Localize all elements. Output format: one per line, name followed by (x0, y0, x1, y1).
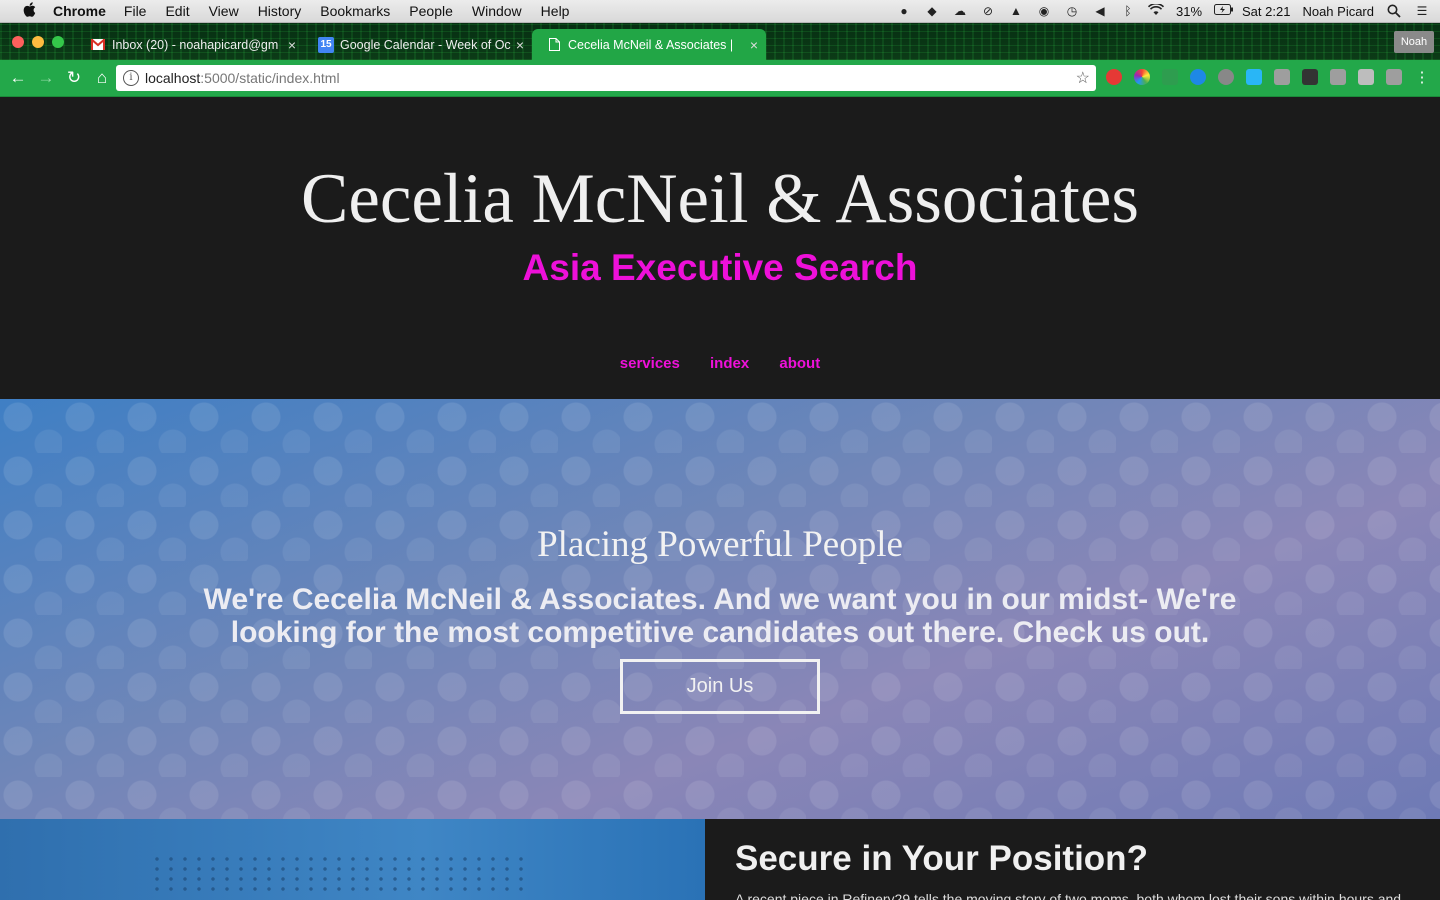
dropbox-icon[interactable]: ◆ (924, 4, 940, 18)
address-bar[interactable]: i localhost:5000/static/index.html ☆ (116, 65, 1096, 91)
back-arrow-icon[interactable]: ← (8, 68, 28, 88)
zoom-window-button[interactable] (52, 36, 64, 48)
home-icon[interactable]: ⌂ (92, 68, 112, 88)
tab-google-calendar[interactable]: 15 Google Calendar - Week of Oc × (304, 29, 532, 60)
info-icon[interactable]: i (123, 70, 139, 86)
status-area: ● ◆ ☁ ⊘ ▲ ◉ ◷ ◀ ᛒ 31% Sat 2:21 Noah Pica… (896, 0, 1430, 22)
tab-strip: Inbox (20) - noahapicard@gm × 15 Google … (0, 23, 1440, 60)
url-host: localhost (145, 70, 201, 86)
notification-center-icon[interactable]: ☰ (1414, 4, 1430, 18)
menu-file[interactable]: File (124, 3, 147, 19)
menu-window[interactable]: Window (472, 3, 522, 19)
bookmark-star-icon[interactable]: ☆ (1076, 68, 1090, 88)
n-extension-icon[interactable] (1386, 69, 1402, 85)
hangouts-extension-icon[interactable] (1162, 69, 1178, 85)
evernote-icon[interactable]: ● (896, 4, 912, 18)
battery-icon[interactable] (1214, 4, 1234, 18)
creative-cloud-icon[interactable]: ◉ (1036, 4, 1052, 18)
site-header: Cecelia McNeil & Associates Asia Executi… (0, 97, 1440, 399)
drive-extension-icon[interactable] (1358, 69, 1374, 85)
menu-app-chrome[interactable]: Chrome (53, 3, 106, 19)
nav-link-index[interactable]: index (710, 355, 749, 372)
tab-title: Google Calendar - Week of Oc (340, 37, 511, 52)
forward-arrow-icon[interactable]: → (36, 68, 56, 88)
tab-gmail[interactable]: Inbox (20) - noahapicard@gm × (76, 29, 304, 60)
tab-close-icon[interactable]: × (750, 37, 758, 53)
drive-icon[interactable]: ▲ (1008, 4, 1024, 18)
hero-text: We're Cecelia McNeil & Associates. And w… (203, 583, 1237, 649)
wifi-icon[interactable] (1147, 2, 1165, 18)
volume-icon[interactable]: ◀ (1092, 4, 1108, 18)
crx-extension-icon[interactable] (1274, 69, 1290, 85)
menu-people[interactable]: People (409, 3, 453, 19)
site-title: Cecelia McNeil & Associates (301, 160, 1139, 238)
tab-close-icon[interactable]: × (516, 37, 524, 53)
secure-section: Secure in Your Position? A recent piece … (705, 819, 1440, 900)
web-page: Cecelia McNeil & Associates Asia Executi… (0, 97, 1440, 900)
nav-link-about[interactable]: about (779, 355, 820, 372)
menu-history[interactable]: History (258, 3, 302, 19)
hero-section: Placing Powerful People We're Cecelia Mc… (0, 399, 1440, 819)
menu-help[interactable]: Help (541, 3, 570, 19)
minimize-window-button[interactable] (32, 36, 44, 48)
reload-icon[interactable]: ↻ (64, 68, 84, 88)
bluetooth-icon[interactable]: ᛒ (1120, 4, 1136, 18)
pocket-extension-icon[interactable] (1218, 69, 1234, 85)
spotlight-search-icon[interactable] (1386, 4, 1402, 18)
join-us-button[interactable]: Join Us (620, 659, 820, 714)
url-path: :5000/static/index.html (200, 70, 340, 86)
hero-title: Placing Powerful People (537, 524, 903, 565)
apple-icon[interactable] (19, 1, 39, 21)
tab-title: Cecelia McNeil & Associates | (568, 37, 734, 52)
tab-close-icon[interactable]: × (288, 37, 296, 53)
site-subtitle: Asia Executive Search (522, 247, 918, 288)
site-nav: services index about (0, 355, 1440, 372)
terminal-extension-icon[interactable] (1302, 69, 1318, 85)
battery-percent: 31% (1175, 3, 1203, 19)
menu-bookmarks[interactable]: Bookmarks (320, 3, 390, 19)
color-picker-extension-icon[interactable] (1134, 69, 1150, 85)
menu-edit[interactable]: Edit (165, 3, 189, 19)
r-extension-icon[interactable] (1330, 69, 1346, 85)
section-image (0, 819, 705, 900)
more-menu-icon[interactable]: ⋮ (1412, 68, 1432, 88)
user-name[interactable]: Noah Picard (1302, 4, 1374, 19)
tab-title: Inbox (20) - noahapicard@gm (112, 37, 279, 52)
extension-icon[interactable] (1190, 69, 1206, 85)
image-texture (150, 854, 530, 894)
nav-link-services[interactable]: services (620, 355, 680, 372)
tab-cecelia-mcneil[interactable]: Cecelia McNeil & Associates | × (532, 29, 766, 60)
close-window-button[interactable] (12, 36, 24, 48)
time-machine-icon[interactable]: ◷ (1064, 4, 1080, 18)
cloud-icon[interactable]: ☁ (952, 4, 968, 18)
profile-button[interactable]: Noah (1394, 31, 1434, 53)
gmail-icon (90, 37, 106, 53)
document-icon (546, 37, 562, 53)
calendar-icon: 15 (318, 36, 334, 53)
clock[interactable]: Sat 2:21 (1242, 4, 1290, 19)
section-title: Secure in Your Position? (735, 839, 1148, 878)
section-text: A recent piece in Refinery29 tells the m… (735, 891, 1402, 900)
browser-toolbar: ← → ↻ ⌂ i localhost:5000/static/index.ht… (0, 60, 1440, 97)
menu-bar: Chrome File Edit View History Bookmarks … (0, 0, 1440, 23)
diamond-extension-icon[interactable] (1246, 69, 1262, 85)
do-not-disturb-icon[interactable]: ⊘ (980, 4, 996, 18)
adblock-extension-icon[interactable] (1106, 69, 1122, 85)
menu-view[interactable]: View (209, 3, 239, 19)
